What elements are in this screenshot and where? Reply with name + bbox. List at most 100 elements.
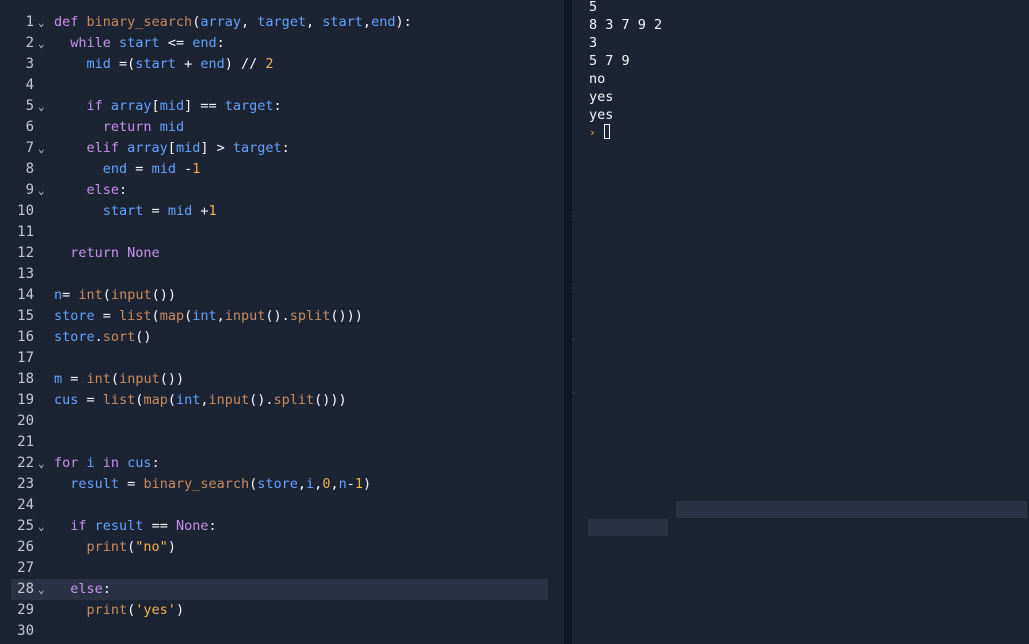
code-token: return: [102, 119, 160, 135]
code-token: m: [54, 371, 63, 387]
code-line[interactable]: 17: [0, 348, 564, 369]
code-token: elif: [86, 140, 128, 156]
line-number: 7: [25, 140, 34, 156]
code-text: if result == None:: [54, 516, 217, 537]
code-line[interactable]: 10 start = mid +1: [0, 201, 564, 222]
code-token: split: [273, 392, 315, 408]
line-number: 15: [17, 308, 34, 324]
code-token: .: [94, 329, 103, 345]
code-token: None: [175, 518, 209, 534]
line-number: 29: [17, 602, 34, 618]
console-highlight-bar: [676, 501, 1027, 518]
code-line[interactable]: 24: [0, 495, 564, 516]
code-token: map: [159, 308, 185, 324]
code-line[interactable]: 13: [0, 264, 564, 285]
code-editor[interactable]: 1 ⌄ def binary_search(array, target, start…: [0, 0, 564, 644]
code-token: =: [119, 476, 144, 492]
code-line[interactable]: 27: [0, 558, 564, 579]
code-token: :: [208, 518, 217, 534]
pane-divider[interactable]: [564, 0, 572, 644]
code-token: sort: [102, 329, 136, 345]
chevron-down-icon[interactable]: ⌄: [38, 12, 45, 33]
code-line[interactable]: 20: [0, 411, 564, 432]
code-line[interactable]: 16 store.sort(): [0, 327, 564, 348]
code-line[interactable]: 1 ⌄ def binary_search(array, target, start…: [0, 12, 564, 33]
chevron-down-icon[interactable]: ⌄: [38, 33, 45, 54]
code-token: cus: [127, 455, 152, 471]
code-line[interactable]: 12 return None: [0, 243, 564, 264]
code-line[interactable]: 25 ⌄ if result == None:: [0, 516, 564, 537]
code-token: :: [102, 581, 111, 597]
code-line[interactable]: 8 end = mid -1: [0, 159, 564, 180]
code-token: -: [346, 476, 355, 492]
code-line[interactable]: 22 ⌄ for i in cus:: [0, 453, 564, 474]
console-highlight-bar: [588, 519, 668, 536]
code-token: 'yes': [135, 602, 176, 618]
line-number: 18: [17, 371, 34, 387]
console-input-cursor[interactable]: [604, 124, 610, 139]
code-line[interactable]: 14 n= int(input()): [0, 285, 564, 306]
code-line[interactable]: 18 m = int(input()): [0, 369, 564, 390]
code-token: else: [70, 581, 103, 597]
code-line[interactable]: 5 ⌄ if array[mid] == target:: [0, 96, 564, 117]
chevron-down-icon[interactable]: ⌄: [38, 579, 45, 600]
chevron-down-icon[interactable]: ⌄: [38, 138, 45, 159]
code-line[interactable]: 3 mid =(start + end) // 2: [0, 54, 564, 75]
code-token: mid: [151, 161, 176, 177]
code-line[interactable]: 7 ⌄ elif array[mid] > target:: [0, 138, 564, 159]
line-number: 30: [17, 623, 34, 639]
code-line[interactable]: 29 print('yes'): [0, 600, 564, 621]
code-token: ()): [151, 287, 176, 303]
chevron-down-icon[interactable]: ⌄: [38, 516, 45, 537]
code-token: input: [119, 371, 160, 387]
code-text: return None: [54, 243, 159, 264]
code-token: =: [94, 308, 120, 324]
code-text: return mid: [54, 117, 184, 138]
line-number: 26: [17, 539, 34, 555]
code-line[interactable]: 30: [0, 621, 564, 642]
code-line[interactable]: 2 ⌄ while start <= end:: [0, 33, 564, 54]
code-line[interactable]: 28 ⌄ else:: [0, 579, 564, 600]
code-line[interactable]: 19 cus = list(map(int,input().split())): [0, 390, 564, 411]
line-number: 28: [17, 581, 34, 597]
code-token: =: [62, 287, 79, 303]
code-token: ): [167, 539, 176, 555]
line-number: 1: [25, 14, 34, 30]
code-line[interactable]: 26 print("no"): [0, 537, 564, 558]
code-line[interactable]: 15 store = list(map(int,input().split())): [0, 306, 564, 327]
code-token: input: [110, 287, 152, 303]
code-token: :: [119, 182, 128, 198]
code-token: array: [110, 98, 152, 114]
code-token: end: [200, 56, 225, 72]
console-line: 5 7 9: [589, 53, 630, 69]
code-line[interactable]: 21: [0, 432, 564, 453]
console-pane[interactable]: 5 8 3 7 9 2 3 5 7 9 no yes yes ›: [572, 0, 1029, 644]
code-token: return: [70, 245, 128, 261]
code-token: ,: [200, 392, 209, 408]
chevron-down-icon[interactable]: ⌄: [38, 453, 45, 474]
code-token: array: [127, 140, 168, 156]
line-number: 17: [17, 350, 34, 366]
code-token: mid: [86, 56, 111, 72]
code-token: i: [306, 476, 315, 492]
chevron-down-icon[interactable]: ⌄: [38, 180, 45, 201]
code-line[interactable]: 9 ⌄ else:: [0, 180, 564, 201]
code-line[interactable]: 23 result = binary_search(store,i,0,n-1): [0, 474, 564, 495]
code-text: else:: [54, 180, 128, 201]
code-line[interactable]: 11: [0, 222, 564, 243]
code-token: result: [70, 476, 120, 492]
code-line[interactable]: 6 return mid: [0, 117, 564, 138]
code-token: (: [167, 392, 176, 408]
code-token: ,: [306, 14, 323, 30]
code-token: ): [175, 602, 185, 618]
chevron-down-icon[interactable]: ⌄: [38, 96, 45, 117]
code-token: [: [151, 98, 160, 114]
code-token: i: [86, 455, 95, 471]
code-token: target: [232, 140, 282, 156]
code-token: ,: [297, 476, 307, 492]
code-line[interactable]: 4: [0, 75, 564, 96]
code-token: while: [70, 35, 120, 51]
